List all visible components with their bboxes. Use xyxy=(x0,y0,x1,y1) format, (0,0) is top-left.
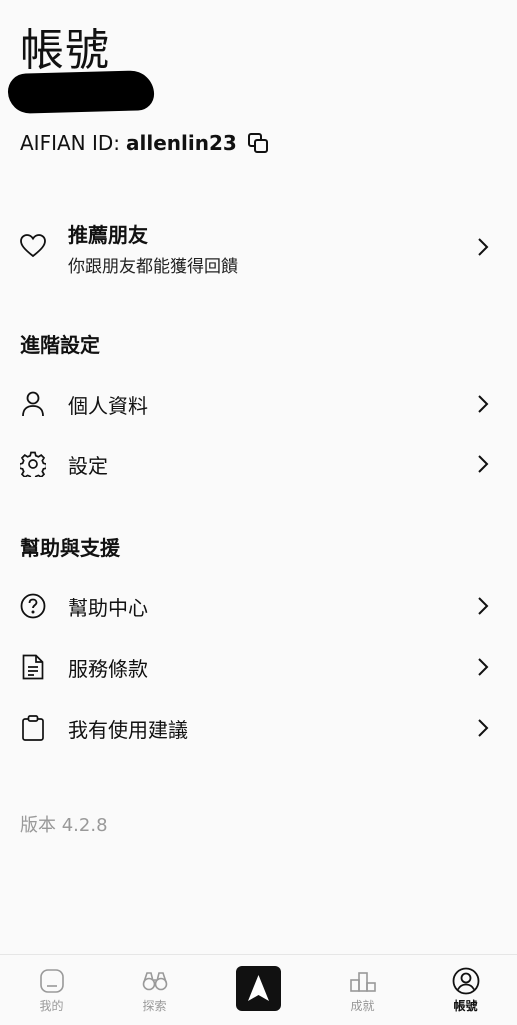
clipboard-icon xyxy=(20,715,46,741)
help-center-label: 幫助中心 xyxy=(68,595,148,620)
account-circle-icon xyxy=(452,967,479,995)
question-circle-icon xyxy=(20,593,46,619)
person-icon xyxy=(20,391,46,417)
redacted-username xyxy=(7,70,155,114)
chevron-right-icon xyxy=(478,395,489,413)
tab-mine-label: 我的 xyxy=(39,999,64,1013)
chevron-right-icon xyxy=(478,597,489,615)
settings-row[interactable]: 設定 xyxy=(0,444,517,484)
chevron-right-icon xyxy=(478,238,489,256)
personal-info-row[interactable]: 個人資料 xyxy=(0,384,517,424)
home-box-icon xyxy=(39,969,64,993)
tab-achievements-label: 成就 xyxy=(350,999,375,1013)
copy-icon[interactable] xyxy=(247,132,269,154)
refer-friends-title: 推薦朋友 xyxy=(68,223,148,247)
center-action-button[interactable] xyxy=(236,966,281,1011)
tab-account[interactable]: 帳號 xyxy=(414,955,517,1025)
tab-achievements[interactable]: 成就 xyxy=(311,955,414,1025)
section-advanced-settings: 進階設定 xyxy=(20,333,100,357)
chevron-right-icon xyxy=(478,455,489,473)
feedback-row[interactable]: 我有使用建議 xyxy=(0,708,517,748)
aifian-id-label: AIFIAN ID: xyxy=(20,131,121,155)
gear-icon xyxy=(20,451,46,477)
app-version: 版本 4.2.8 xyxy=(20,815,108,836)
section-help-support: 幫助與支援 xyxy=(20,536,120,560)
chevron-right-icon xyxy=(478,719,489,737)
personal-info-label: 個人資料 xyxy=(68,393,148,418)
terms-of-service-row[interactable]: 服務條款 xyxy=(0,647,517,687)
heart-icon xyxy=(20,233,46,259)
tab-explore[interactable]: 探索 xyxy=(103,955,206,1025)
help-center-row[interactable]: 幫助中心 xyxy=(0,586,517,626)
tab-explore-label: 探索 xyxy=(142,999,167,1013)
terms-of-service-label: 服務條款 xyxy=(68,656,148,681)
refer-friends-subtitle: 你跟朋友都能獲得回饋 xyxy=(68,257,238,277)
refer-friends-row[interactable]: 推薦朋友 你跟朋友都能獲得回饋 xyxy=(0,214,517,278)
tab-account-label: 帳號 xyxy=(453,999,478,1013)
page-title: 帳號 xyxy=(20,25,110,76)
tab-mine[interactable]: 我的 xyxy=(0,955,103,1025)
podium-icon xyxy=(349,972,376,992)
document-icon xyxy=(20,654,46,680)
feedback-label: 我有使用建議 xyxy=(68,717,188,742)
aifian-logo-icon xyxy=(248,975,269,1001)
aifian-id-value: allenlin23 xyxy=(126,131,237,155)
aifian-id-row: AIFIAN ID: allenlin23 xyxy=(20,131,269,155)
binoculars-icon xyxy=(142,972,167,991)
settings-label: 設定 xyxy=(68,453,108,478)
chevron-right-icon xyxy=(478,658,489,676)
